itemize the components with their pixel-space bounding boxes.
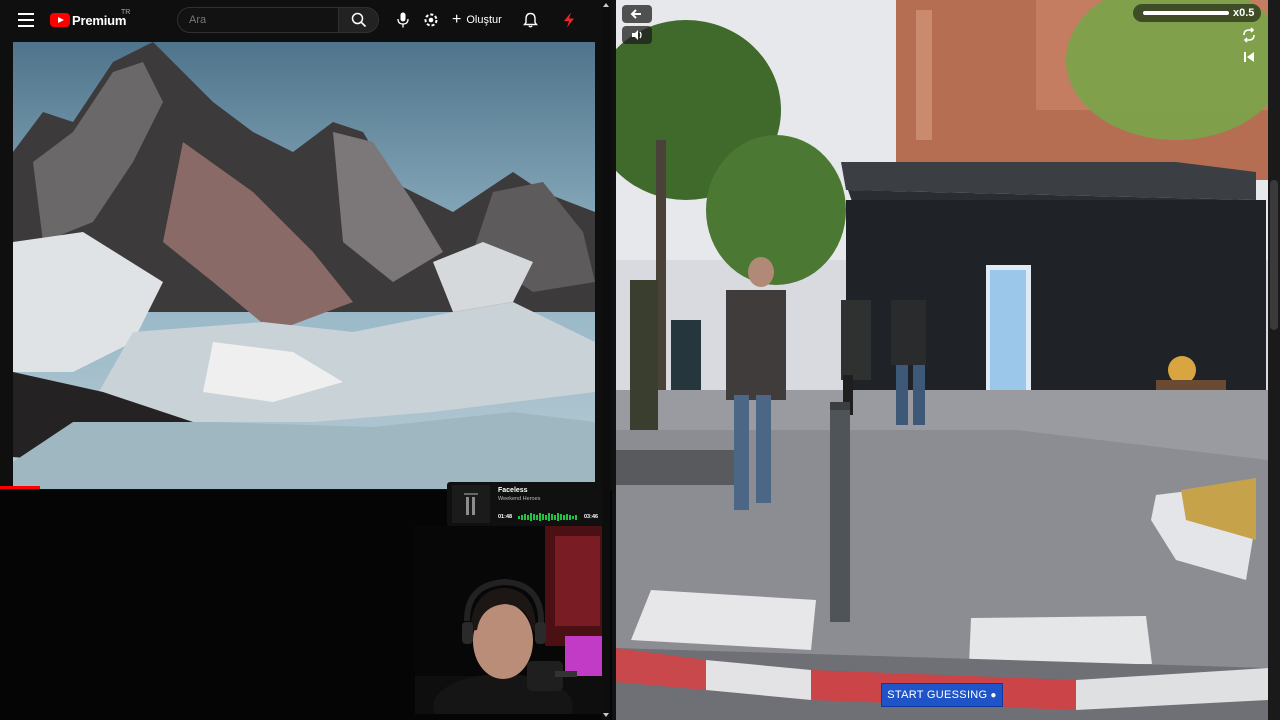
- volume-button[interactable]: [622, 26, 652, 44]
- back-button[interactable]: [622, 5, 652, 23]
- video-player[interactable]: [13, 42, 595, 489]
- start-guessing-button[interactable]: START GUESSING ●: [881, 683, 1003, 707]
- refresh-icon[interactable]: [1240, 26, 1258, 44]
- plus-icon: +: [452, 11, 462, 28]
- logo-text: Premium: [72, 12, 127, 28]
- map-pin-icon: ●: [990, 689, 997, 701]
- back-arrow-icon: [630, 9, 641, 19]
- microphone-icon[interactable]: [397, 12, 409, 28]
- search-button[interactable]: [338, 7, 379, 33]
- track-artist: Weekend Heroes: [498, 496, 541, 502]
- lightning-icon[interactable]: [562, 12, 576, 28]
- screen: Premium TR + Oluştur: [0, 0, 1280, 720]
- search-input[interactable]: [177, 7, 339, 33]
- menu-icon[interactable]: [18, 13, 34, 27]
- painting-image: [13, 42, 595, 489]
- search-icon: [351, 12, 367, 28]
- equalizer-visualizer: [518, 513, 577, 521]
- album-cover: [452, 485, 490, 523]
- zoom-slider[interactable]: [1143, 11, 1229, 15]
- youtube-header: Premium TR + Oluştur: [0, 0, 612, 40]
- create-label: Oluştur: [466, 14, 502, 26]
- youtube-logo[interactable]: Premium TR: [50, 9, 130, 29]
- youtube-play-icon: [50, 13, 70, 27]
- start-guessing-label: START GUESSING: [887, 689, 988, 701]
- create-button[interactable]: + Oluştur: [452, 12, 502, 28]
- now-playing-widget: Faceless Weekend Heroes 01:48 03:46: [447, 482, 605, 526]
- track-elapsed: 01:48: [498, 514, 513, 520]
- magic-wand-icon[interactable]: [423, 12, 439, 28]
- rewind-icon[interactable]: [1240, 48, 1258, 66]
- zoom-label: x0.5: [1233, 7, 1255, 19]
- webcam-feed: [415, 526, 607, 714]
- video-progress-bar[interactable]: [0, 486, 40, 489]
- bell-icon[interactable]: [523, 12, 538, 28]
- track-duration: 03:46: [584, 514, 599, 520]
- street-scene-image: [616, 0, 1268, 720]
- youtube-panel: Premium TR + Oluştur: [0, 0, 612, 720]
- streetview-panel[interactable]: x0.5 START GUESSING ●: [616, 0, 1268, 720]
- youtube-scrollbar[interactable]: [602, 0, 610, 720]
- region-code: TR: [121, 9, 131, 16]
- streetview-scrollbar[interactable]: [1268, 0, 1280, 720]
- zoom-control[interactable]: x0.5: [1133, 4, 1261, 22]
- volume-icon: [632, 30, 642, 40]
- track-title: Faceless: [498, 487, 528, 494]
- scrollbar-thumb[interactable]: [1270, 180, 1278, 330]
